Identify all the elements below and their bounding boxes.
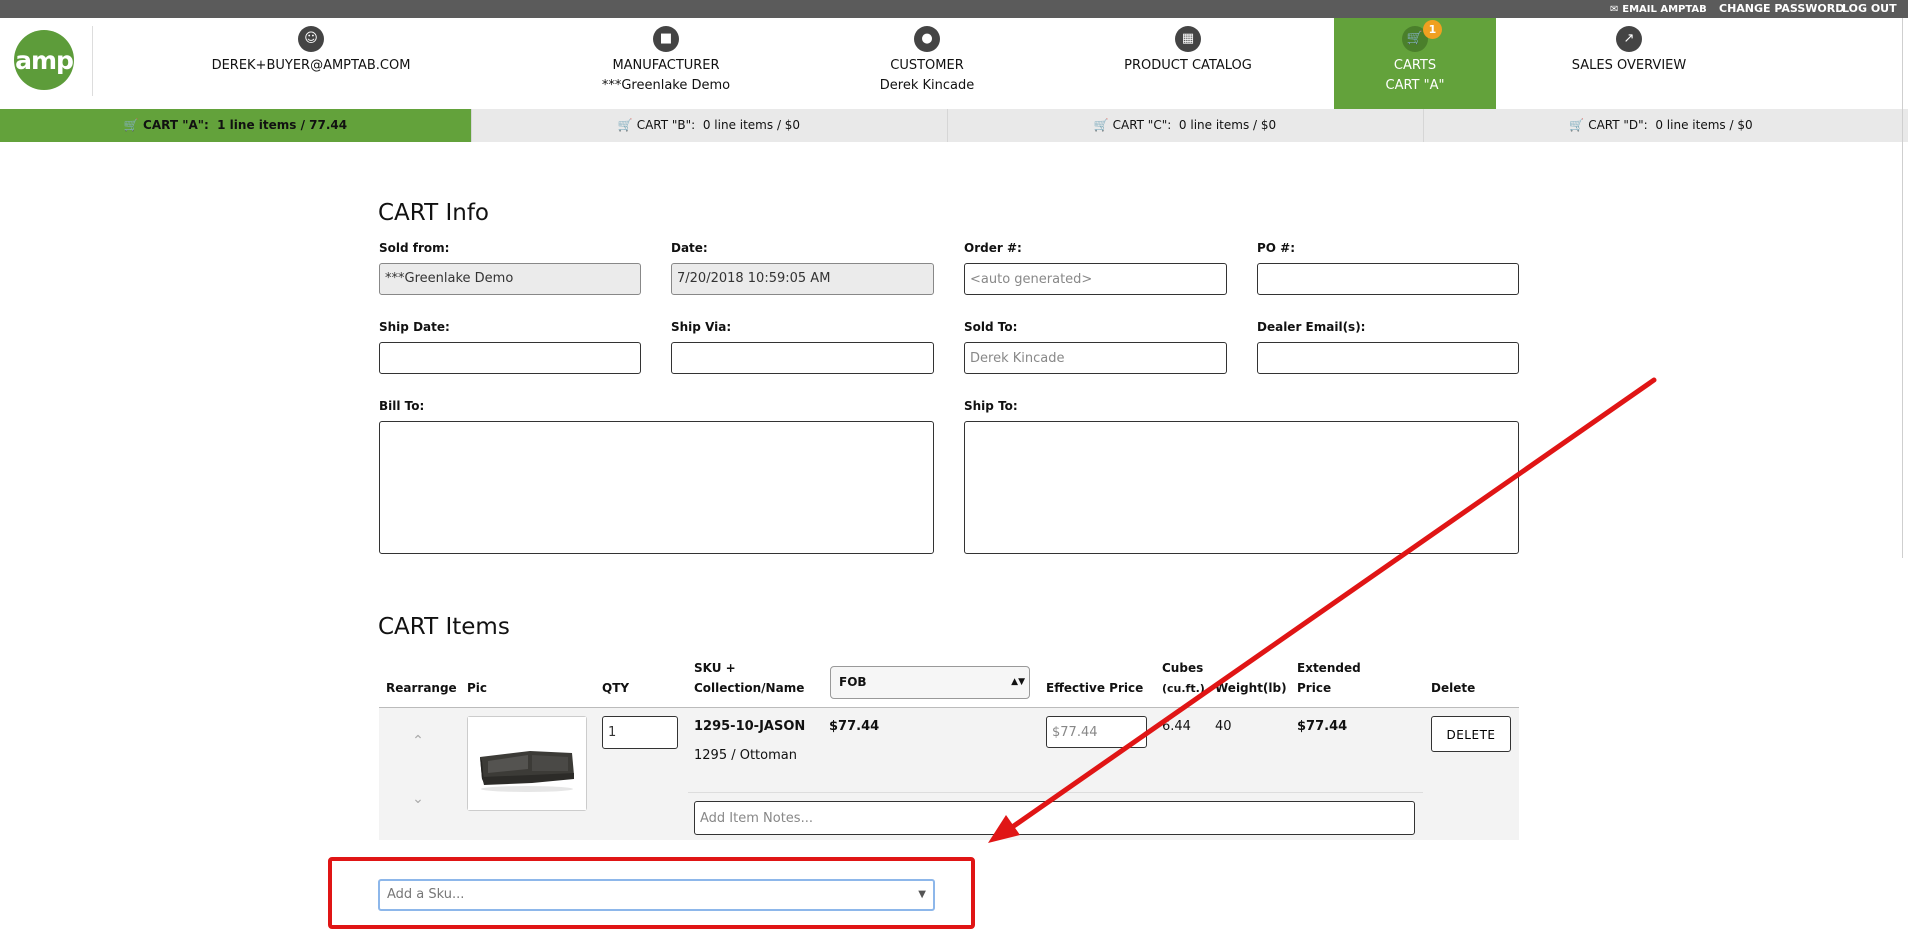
nav-manufacturer-value: ***Greenlake Demo	[601, 78, 731, 93]
nav-customer-label: CUSTOMER	[890, 58, 964, 73]
date-label: Date:	[671, 241, 708, 255]
dealer-email-label: Dealer Email(s):	[1257, 320, 1366, 334]
cart-info-title: CART Info	[378, 200, 489, 226]
cart-icon: 🛒 1	[1402, 20, 1442, 52]
cart-count-badge: 1	[1423, 20, 1442, 39]
cart-tab-b[interactable]: 🛒 CART "B": 0 line items / $0	[471, 109, 948, 142]
add-sku-combobox[interactable]: Add a Sku... ▼	[378, 879, 935, 911]
change-password-link[interactable]: CHANGE PASSWORD	[1719, 2, 1844, 15]
cart-tab-d[interactable]: 🛒 CART "D": 0 line items / $0	[1423, 109, 1899, 142]
po-number-label: PO #:	[1257, 241, 1296, 255]
cart-tabs: 🛒 CART "A": 1 line items / 77.44 🛒 CART …	[0, 109, 1908, 142]
cart-tab-c[interactable]: 🛒 CART "C": 0 line items / $0	[947, 109, 1424, 142]
logo-divider	[92, 26, 93, 96]
col-extended-price: Price	[1297, 681, 1332, 695]
col-cubes-unit: (cu.ft.)	[1162, 682, 1205, 695]
qty-input[interactable]	[602, 716, 678, 749]
date-field: 7/20/2018 10:59:05 AM	[671, 263, 934, 295]
col-pic: Pic	[467, 681, 488, 695]
move-up-icon[interactable]: ⌃	[407, 730, 429, 752]
weight-value: 40	[1215, 719, 1232, 734]
nav-sales-overview-label: SALES OVERVIEW	[1571, 58, 1687, 73]
cart-icon: 🛒	[617, 118, 633, 132]
col-qty: QTY	[602, 681, 630, 695]
sectional-sofa-image	[468, 717, 586, 810]
ship-date-input[interactable]	[379, 342, 641, 374]
dropdown-caret-icon: ▼	[918, 889, 926, 900]
col-sku: SKU +	[694, 661, 736, 675]
nav-account[interactable]: ☺ DEREK+BUYER@AMPTAB.COM	[193, 18, 429, 109]
sku-text: 1295-10-JASON	[694, 719, 806, 734]
col-delete: Delete	[1431, 681, 1476, 695]
page-scrollbar[interactable]	[1902, 18, 1903, 558]
col-collection: Collection/Name	[694, 681, 805, 695]
nav-customer-value: Derek Kincade	[879, 78, 975, 93]
factory-icon: ■	[653, 26, 679, 52]
product-thumbnail	[467, 716, 587, 811]
effective-price-input[interactable]	[1046, 716, 1147, 748]
order-number-input[interactable]	[964, 263, 1227, 295]
po-number-input[interactable]	[1257, 263, 1519, 295]
sold-from-label: Sold from:	[379, 241, 450, 255]
nav-product-catalog-label: PRODUCT CATALOG	[1124, 58, 1252, 73]
top-utility-bar: ✉ EMAIL AMPTAB CHANGE PASSWORD LOG OUT	[0, 0, 1908, 18]
email-amptab-link[interactable]: ✉ EMAIL AMPTAB	[1610, 2, 1707, 15]
nav-customer[interactable]: ● CUSTOMER Derek Kincade	[834, 18, 1020, 109]
item-notes-input[interactable]	[694, 801, 1415, 835]
ship-date-label: Ship Date:	[379, 320, 450, 334]
main-header: amp ☺ DEREK+BUYER@AMPTAB.COM ■ MANUFACTU…	[0, 18, 1908, 109]
sold-to-label: Sold To:	[964, 320, 1018, 334]
price-type-select[interactable]: FOB ▲▼	[830, 666, 1030, 699]
ship-to-label: Ship To:	[964, 399, 1018, 413]
col-extended: Extended	[1297, 661, 1361, 675]
ship-via-input[interactable]	[671, 342, 934, 374]
cubes-value: 6.44	[1162, 719, 1191, 734]
extended-price-value: $77.44	[1297, 719, 1348, 734]
users-icon: ●	[914, 26, 940, 52]
select-arrows-icon: ▲▼	[1011, 677, 1025, 687]
dealer-email-input[interactable]	[1257, 342, 1519, 374]
bill-to-label: Bill To:	[379, 399, 425, 413]
grid-icon: ▦	[1175, 26, 1201, 52]
col-cubes: Cubes	[1162, 661, 1204, 675]
nav-carts[interactable]: 🛒 1 CARTS CART "A"	[1334, 18, 1496, 109]
order-number-label: Order #:	[964, 241, 1022, 255]
collection-text: 1295 / Ottoman	[694, 748, 797, 763]
amp-logo[interactable]: amp	[14, 30, 74, 90]
ship-to-textarea[interactable]	[964, 421, 1519, 554]
cart-items-title: CART Items	[378, 614, 510, 640]
nav-product-catalog[interactable]: ▦ PRODUCT CATALOG	[1097, 18, 1279, 109]
col-rearrange: Rearrange	[386, 681, 457, 695]
cart-icon: 🛒	[1093, 118, 1109, 132]
user-icon: ☺	[298, 26, 324, 52]
nav-manufacturer-label: MANUFACTURER	[612, 58, 720, 73]
nav-carts-label: CARTS	[1393, 58, 1437, 73]
price-text: $77.44	[829, 719, 880, 734]
cart-tab-a[interactable]: 🛒 CART "A": 1 line items / 77.44	[0, 109, 472, 142]
col-effective-price: Effective Price	[1046, 681, 1144, 695]
log-out-link[interactable]: LOG OUT	[1842, 2, 1897, 15]
nav-manufacturer[interactable]: ■ MANUFACTURER ***Greenlake Demo	[560, 18, 772, 109]
move-down-icon[interactable]: ⌄	[407, 788, 429, 810]
nav-carts-value: CART "A"	[1385, 78, 1445, 93]
chart-icon: ↗	[1616, 26, 1642, 52]
cart-icon: 🛒	[1569, 118, 1585, 132]
cart-icon: 🛒	[123, 118, 139, 132]
bill-to-textarea[interactable]	[379, 421, 934, 554]
sold-to-input[interactable]	[964, 342, 1227, 374]
nav-account-label: DEREK+BUYER@AMPTAB.COM	[211, 58, 411, 73]
notes-divider	[688, 792, 1423, 793]
sold-from-field: ***Greenlake Demo	[379, 263, 641, 295]
ship-via-label: Ship Via:	[671, 320, 732, 334]
envelope-icon: ✉	[1610, 4, 1619, 15]
nav-sales-overview[interactable]: ↗ SALES OVERVIEW	[1548, 18, 1710, 109]
col-weight: Weight(lb)	[1215, 681, 1287, 695]
delete-item-button[interactable]: DELETE	[1431, 716, 1511, 752]
